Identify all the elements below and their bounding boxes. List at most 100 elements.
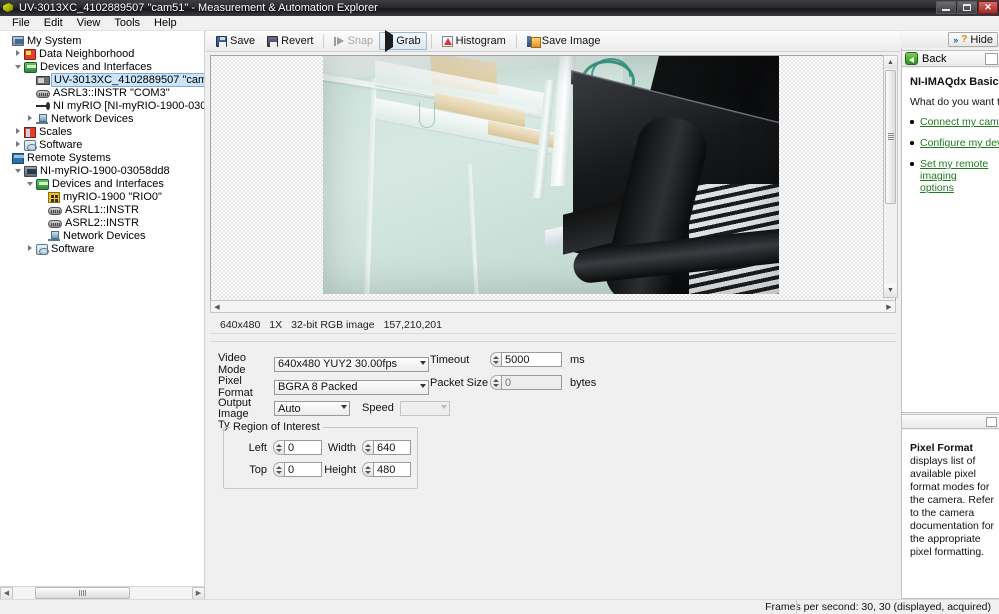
devices-interfaces-icon [36,178,49,190]
help-search-box[interactable] [985,53,998,65]
menu-file[interactable]: File [5,16,37,30]
expander-open-icon[interactable] [26,179,35,188]
output-image-type-combo[interactable]: Auto [274,401,350,416]
pixel-format-label: Pixel Format [218,375,253,399]
fps-status: Frames per second: 30, 30 (displayed, ac… [765,601,991,613]
expander-closed-icon[interactable] [14,127,23,136]
tree-item[interactable]: Software [0,242,204,255]
save-image-button[interactable]: Save Image [521,32,607,50]
image-vertical-scrollbar[interactable]: ▲ ▼ [883,55,898,298]
left-arrow-icon: » [953,34,959,45]
hide-help-button[interactable]: » ? Hide [948,32,998,47]
expander-open-icon[interactable] [14,166,23,175]
packet-size-spinner[interactable]: 0 [490,375,562,390]
settings-panel: Video Mode 640x480 YUY2 30.00fps Pixel F… [210,341,896,613]
tree-scroll-left-arrow[interactable]: ◀ [0,586,13,600]
tree-item[interactable]: Software [0,138,204,151]
roi-top-input[interactable]: 0 [284,462,322,477]
pixel-format-combo[interactable]: BGRA 8 Packed [274,379,429,395]
close-button[interactable]: ✕ [978,1,998,14]
roi-left-spinner[interactable]: 0 [273,440,322,455]
packet-size-stepper-icon[interactable] [490,375,501,390]
tree-scroll-track[interactable] [13,586,192,600]
roi-width-stepper-icon[interactable] [362,440,373,455]
roi-top-stepper-icon[interactable] [273,462,284,477]
timeout-stepper-icon[interactable] [490,352,501,367]
grab-button[interactable]: Grab [379,30,427,52]
tree-item[interactable]: Devices and Interfaces [0,177,204,190]
region-of-interest-group: Region of Interest Left 0 Top 0 Width 64… [223,421,418,489]
tree-item[interactable]: ASRL3::INSTR "COM3" [0,86,204,99]
tree-item[interactable]: Remote Systems [0,151,204,164]
tree-item[interactable]: Scales [0,125,204,138]
help-link[interactable]: Configure my device [920,137,999,149]
image-scroll-right-arrow[interactable]: ▶ [883,301,895,312]
tree-item[interactable]: ASRL2::INSTR [0,216,204,229]
image-display-area[interactable] [210,55,896,313]
menu-tools[interactable]: Tools [107,16,147,30]
roi-height-spinner[interactable]: 480 [362,462,411,477]
serial-port-icon [36,89,50,98]
video-mode-combo[interactable]: 640x480 YUY2 30.00fps [274,356,429,372]
minimize-button[interactable] [936,1,956,14]
camera-image[interactable] [323,56,779,294]
expander-closed-icon[interactable] [26,244,35,253]
configuration-tree[interactable]: My System Data Neighborhood Devices and In… [0,31,204,255]
help-heading: NI-IMAQdx Basics [910,76,999,88]
menu-help[interactable]: Help [147,16,184,30]
tree-item[interactable]: Data Neighborhood [0,47,204,60]
help-link[interactable]: Connect my camera [920,116,999,128]
speed-combo[interactable] [399,401,450,416]
camera-view-panel: Save Revert Snap Grab Histogram Save Ima… [206,30,900,614]
packet-size-input[interactable]: 0 [501,375,562,390]
expander-open-icon[interactable] [14,62,23,71]
menu-edit[interactable]: Edit [37,16,70,30]
tree-item[interactable]: Devices and Interfaces [0,60,204,73]
revert-button[interactable]: Revert [261,32,319,50]
tree-scroll-thumb[interactable] [35,586,130,599]
image-scroll-up-arrow[interactable]: ▲ [884,56,897,69]
tree-item[interactable]: ASRL1::INSTR [0,203,204,216]
timeout-spinner[interactable]: 5000 [490,352,562,367]
tree-scroll-right-arrow[interactable]: ▶ [192,586,205,600]
image-scroll-thumb[interactable] [885,70,896,204]
histogram-button[interactable]: Histogram [436,32,512,50]
image-scroll-down-arrow[interactable]: ▼ [884,284,897,297]
roi-height-stepper-icon[interactable] [362,462,373,477]
expander-closed-icon[interactable] [14,49,23,58]
tree-item-label: Software [51,242,95,255]
roi-height-input[interactable]: 480 [373,462,411,477]
menu-view[interactable]: View [70,16,108,30]
back-arrow-icon[interactable] [905,52,918,65]
pixel-format-value: BGRA 8 Packed [278,381,358,393]
tree-item[interactable]: Network Devices [0,112,204,125]
tree-item[interactable]: UV-3013XC_4102889507 "cam51" [0,72,204,87]
snap-button[interactable]: Snap [328,32,379,50]
tree-item-label: Scales [39,125,73,138]
help-navigation-bar: Back [901,50,999,67]
timeout-input[interactable]: 5000 [501,352,562,367]
tree-item[interactable]: NI myRIO [NI-myRIO-1900-03058dd8] "N [0,99,204,112]
tree-item-label: NI-myRIO-1900-03058dd8 [40,164,170,177]
tree-item[interactable]: Network Devices [0,229,204,242]
help-link[interactable]: Set my remote imaging options [920,158,988,194]
tree-item[interactable]: myRIO-1900 "RIO0" [0,190,204,203]
tree-item[interactable]: My System [0,34,204,47]
roi-top-spinner[interactable]: 0 [273,462,322,477]
maximize-restore-button[interactable] [957,1,977,14]
roi-width-input[interactable]: 640 [373,440,411,455]
ni-logo-icon [2,2,15,14]
tree-item-label: ASRL1::INSTR [65,203,139,216]
expander-closed-icon[interactable] [26,114,35,123]
roi-left-stepper-icon[interactable] [273,440,284,455]
tree-horizontal-scrollbar[interactable]: ◀ ▶ [0,586,205,600]
help-back-label[interactable]: Back [922,53,946,65]
roi-left-input[interactable]: 0 [284,440,322,455]
save-button[interactable]: Save [210,32,261,50]
expander-closed-icon[interactable] [14,140,23,149]
context-help-toggle-icon[interactable] [986,417,997,427]
tree-item[interactable]: NI-myRIO-1900-03058dd8 [0,164,204,177]
image-horizontal-scrollbar[interactable]: ◀ ▶ [210,300,896,313]
roi-width-spinner[interactable]: 640 [362,440,411,455]
image-scroll-left-arrow[interactable]: ◀ [211,301,223,312]
